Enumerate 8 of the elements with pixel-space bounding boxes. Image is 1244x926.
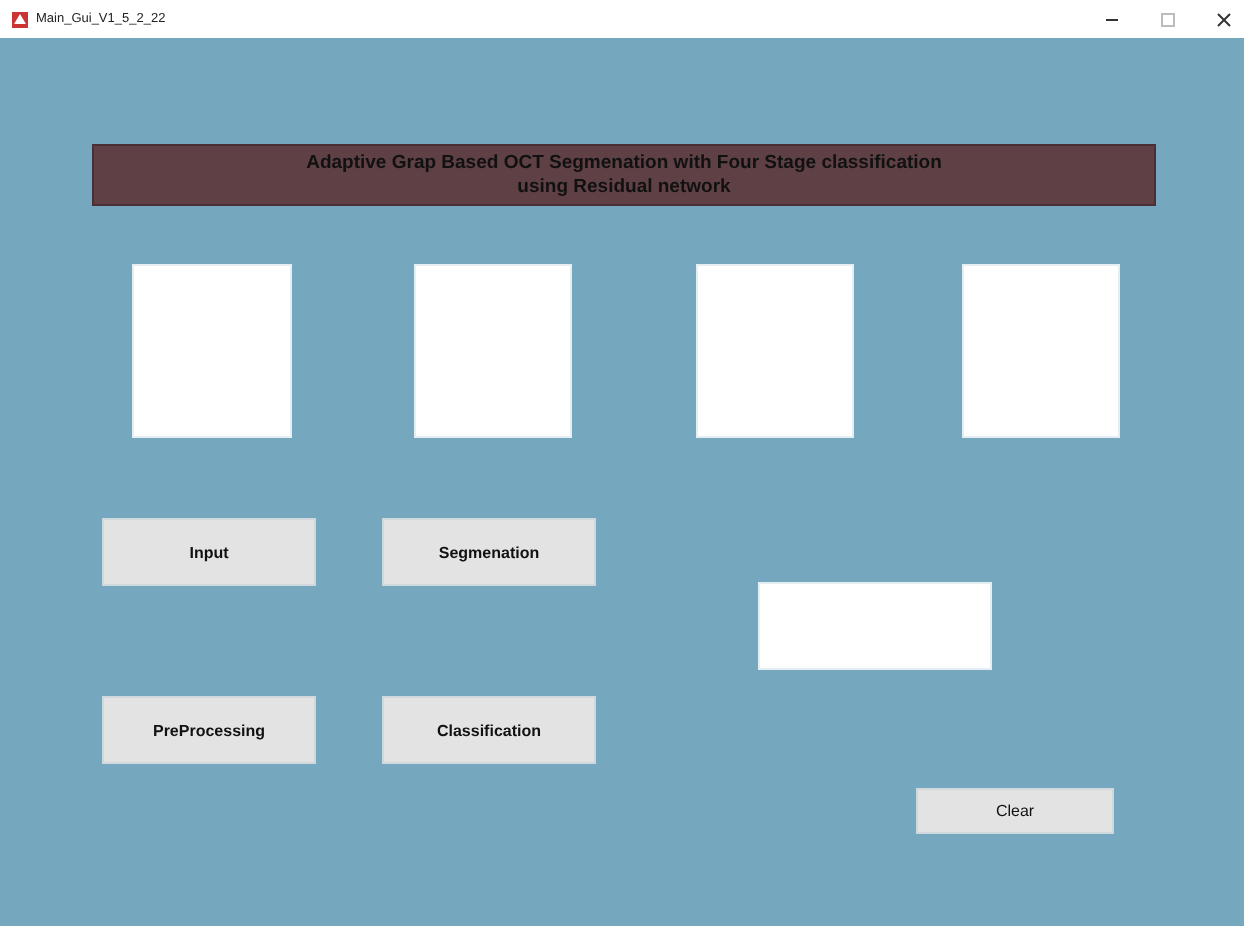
action-button[interactable]: Segmenation (382, 518, 596, 586)
action-button[interactable]: Classification (382, 696, 596, 764)
title-banner: Adaptive Grap Based OCT Segmenation with Four Stage classification using Residual network (92, 144, 1156, 206)
clear-button[interactable]: Clear (916, 788, 1114, 834)
app-icon (12, 11, 28, 27)
action-button[interactable]: Input (102, 518, 316, 586)
action-button[interactable]: PreProcessing (102, 696, 316, 764)
close-icon[interactable] (1216, 11, 1232, 27)
